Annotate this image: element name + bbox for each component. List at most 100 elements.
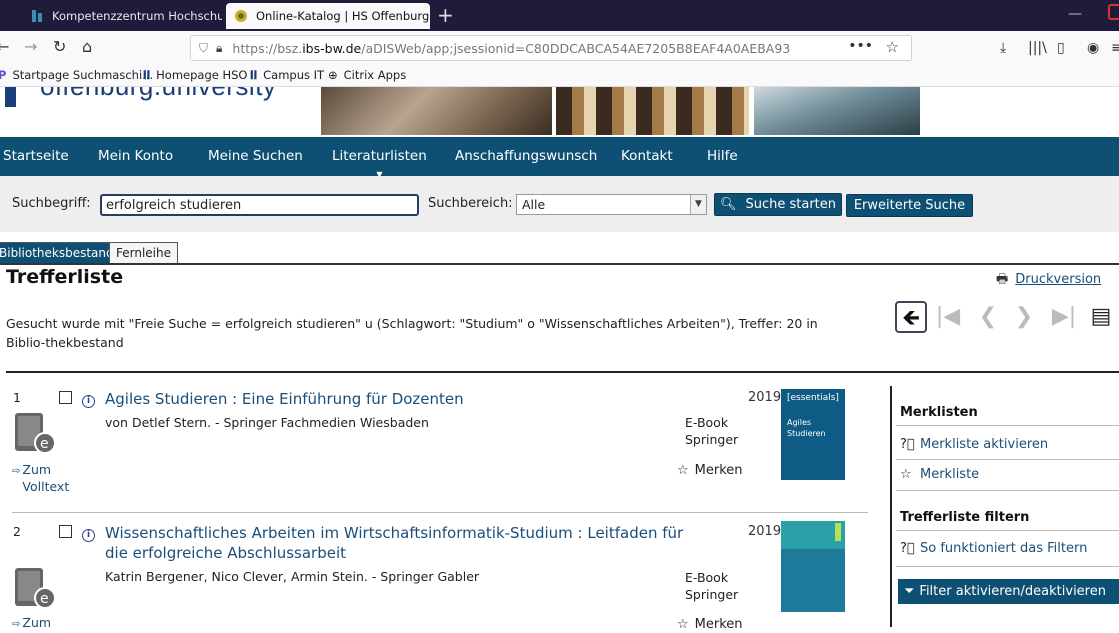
filter-toggle-button[interactable]: ⏷ Filter aktivieren/deaktivieren xyxy=(898,579,1119,604)
ebook-icon: e xyxy=(15,413,55,454)
print-version-link[interactable]: 🖶︎ Druckversion xyxy=(996,270,1101,292)
result-authors: Katrin Bergener, Nico Clever, Armin Stei… xyxy=(105,569,480,584)
bookmarks-bar: P Startpage Suchmaschi... 𝐈𝐈 Homepage HSO … xyxy=(0,65,1119,87)
previous-page-icon[interactable]: ❮ xyxy=(972,301,1004,333)
fulltext-link[interactable]: ⇨ Zum Volltext xyxy=(12,461,70,495)
library-icon[interactable]: |||\ xyxy=(1028,40,1047,56)
page-actions-icon[interactable]: ••• xyxy=(848,38,873,54)
sidebar-icon[interactable]: ▯ xyxy=(1057,40,1065,56)
close-tab-icon[interactable]: ✕ xyxy=(429,8,430,24)
book-cover[interactable] xyxy=(781,521,845,612)
url-bar[interactable]: ⛉ 🔒︎ https://bsz. ibs-bw.de/aDISWeb/app;j… xyxy=(190,35,912,61)
advanced-search-button[interactable]: Erweiterte Suche xyxy=(846,194,973,217)
bookmark-homepage-hso[interactable]: 𝐈𝐈 Homepage HSO xyxy=(143,68,247,83)
row-divider xyxy=(12,512,868,513)
star-icon: ☆ xyxy=(900,467,912,482)
download-icon[interactable]: ⤓ xyxy=(1000,40,1006,56)
url-host: ibs-bw.de xyxy=(302,40,362,56)
browser-nav-bar: ← → ↻ ⌂ ⛉ 🔒︎ https://bsz. ibs-bw.de/aDISW… xyxy=(0,31,1119,65)
result-checkbox[interactable] xyxy=(59,391,72,404)
url-path: /aDISWeb/app;jsessionid=C80DDCABCA54AE72… xyxy=(361,40,791,56)
merken-link[interactable]: ☆ Merken xyxy=(677,617,743,632)
result-year: 2019 xyxy=(748,524,782,539)
bookmark-star-icon[interactable]: ☆ xyxy=(886,38,899,56)
nav-anschaffungswunsch[interactable]: Anschaffungswunsch xyxy=(455,148,597,164)
shield-icon[interactable]: ⛉ xyxy=(199,41,208,56)
sidebar-line xyxy=(896,490,1119,491)
arrow-icon: ⇨ xyxy=(12,619,21,630)
page-title: Trefferliste xyxy=(6,266,124,288)
cover-accent xyxy=(835,523,841,541)
first-page-icon[interactable]: |◀ xyxy=(932,301,964,333)
result-number: 2 xyxy=(13,524,21,539)
nav-label: Literaturlisten xyxy=(332,148,427,164)
merken-link[interactable]: ☆ Merken xyxy=(677,463,743,478)
filter-heading: Trefferliste filtern xyxy=(900,510,1030,525)
fulltext-link[interactable]: ⇨ Zum xyxy=(12,614,51,633)
filter-toggle-label: Filter aktivieren/deaktivieren xyxy=(919,584,1106,599)
site-header: offenburg.university xyxy=(0,87,1119,137)
star-icon: ☆ xyxy=(677,463,689,478)
book-cover[interactable]: [essentials] Agiles Studieren xyxy=(781,389,845,480)
star-icon: ☆ xyxy=(677,617,689,632)
browser-tab-1[interactable]: Kompetenzzentrum Hochschu ✕ xyxy=(22,3,222,29)
university-logo[interactable]: offenburg.university xyxy=(40,87,276,102)
nav-hilfe[interactable]: Hilfe xyxy=(707,148,738,164)
printer-icon: 🖶︎ xyxy=(996,272,1009,287)
account-icon[interactable]: ◉ xyxy=(1087,40,1099,56)
merkliste-activate-label: Merkliste aktivieren xyxy=(920,437,1049,452)
merkliste-activate-link[interactable]: ?⃝ Merkliste aktivieren xyxy=(900,437,1048,452)
info-icon[interactable]: i xyxy=(82,395,95,408)
search-summary: Gesucht wurde mit "Freie Suche = erfolgr… xyxy=(6,316,818,350)
full-display-icon[interactable]: ▤ xyxy=(1085,301,1117,333)
reload-icon[interactable]: ↻ xyxy=(53,37,66,56)
chevron-down-icon[interactable]: ▼ xyxy=(690,195,706,214)
info-icon[interactable]: i xyxy=(82,529,95,542)
url-prefix: https://bsz. xyxy=(232,40,303,56)
result-title[interactable]: Agiles Studieren : Eine Einführung für D… xyxy=(105,389,695,409)
cover-title: Agiles Studieren xyxy=(787,418,826,438)
search-area-label: Suchbereich: xyxy=(428,196,513,211)
nav-mein-konto[interactable]: Mein Konto xyxy=(98,148,173,164)
forward-icon[interactable]: → xyxy=(24,37,37,56)
filter-howto-link[interactable]: ?⃝ So funktioniert das Filtern xyxy=(900,541,1087,556)
minimize-icon[interactable]: — xyxy=(1068,6,1082,22)
last-page-icon[interactable]: ▶| xyxy=(1048,301,1080,333)
fulltext-label: Zum xyxy=(22,615,52,630)
home-icon[interactable]: ⌂ xyxy=(82,37,92,56)
search-input[interactable] xyxy=(100,194,419,216)
new-tab-icon[interactable]: + xyxy=(437,3,454,27)
tab-bibliotheksbestand[interactable]: Bibliotheksbestand xyxy=(0,242,121,264)
bookmark-campus-it[interactable]: 𝐈𝐈 Campus IT xyxy=(250,68,324,83)
result-year: 2019 xyxy=(748,390,782,405)
merken-label: Merken xyxy=(694,463,743,478)
menu-icon[interactable]: ≡ xyxy=(1111,40,1119,56)
next-page-icon[interactable]: ❯ xyxy=(1008,301,1040,333)
merken-label: Merken xyxy=(694,617,743,632)
tab-fernleihe[interactable]: Fernleihe xyxy=(109,242,178,264)
hso-icon: 𝐈𝐈 xyxy=(250,68,258,82)
search-start-button[interactable]: 🔍︎ Suche starten xyxy=(714,193,842,216)
result-title[interactable]: Wissenschaftliches Arbeiten im Wirtschaf… xyxy=(105,523,695,563)
browser-tab-2[interactable]: Online-Katalog | HS Offenburg ✕ xyxy=(226,3,430,29)
sidebar-line xyxy=(896,566,1119,567)
ebook-icon: e xyxy=(15,568,55,609)
nav-literaturlisten[interactable]: Literaturlisten ▼ xyxy=(332,148,427,179)
result-authors: von Detlef Stern. - Springer Fachmedien … xyxy=(105,415,429,430)
search-area-select[interactable]: Alle ▼ xyxy=(516,194,707,215)
nav-startseite[interactable]: Startseite xyxy=(3,148,69,164)
bookmark-startpage[interactable]: P Startpage Suchmaschi... xyxy=(0,68,153,82)
results-divider xyxy=(6,371,1119,373)
back-to-search-icon[interactable]: 🡸 xyxy=(895,301,927,333)
search-form: Suchbegriff: Suchbereich: Alle ▼ 🔍︎ Such… xyxy=(0,176,1119,232)
result-checkbox[interactable] xyxy=(59,525,72,538)
merkliste-link[interactable]: ☆ Merkliste xyxy=(900,467,979,482)
back-icon[interactable]: ← xyxy=(0,37,9,56)
nav-kontakt[interactable]: Kontakt xyxy=(621,148,673,164)
bookmark-citrix[interactable]: ⊕ Citrix Apps xyxy=(328,68,406,82)
close-window-icon[interactable] xyxy=(1108,4,1119,20)
lock-icon[interactable]: 🔒︎ xyxy=(216,41,222,56)
bookmark-label: Homepage HSO xyxy=(156,68,248,82)
nav-meine-suchen[interactable]: Meine Suchen xyxy=(208,148,303,164)
browser-tab-label: Kompetenzzentrum Hochschu xyxy=(52,9,222,23)
